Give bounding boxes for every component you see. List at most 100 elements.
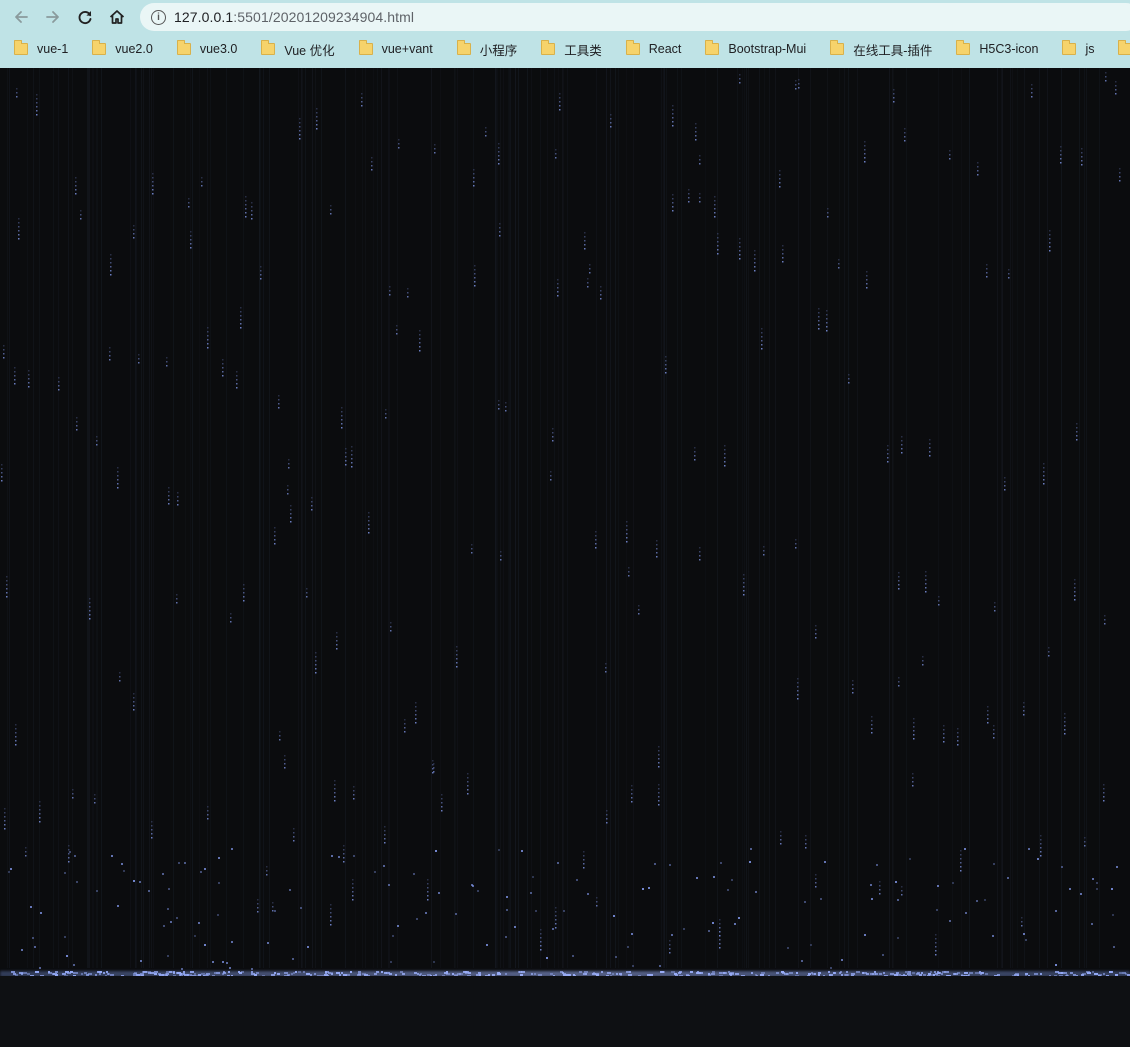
- bookmark-label: H5C3-icon: [979, 42, 1039, 56]
- forward-button[interactable]: [41, 5, 65, 29]
- raindrop: [994, 602, 996, 612]
- reload-button[interactable]: [73, 5, 97, 29]
- raindrop: [1040, 835, 1042, 857]
- rain-streak: [737, 68, 738, 968]
- raindrop: [3, 345, 5, 359]
- bookmark-folder-2[interactable]: vue3.0: [163, 37, 248, 61]
- raindrop: [485, 127, 487, 137]
- raindrop: [1105, 72, 1107, 82]
- splash-particle: [267, 942, 269, 944]
- splash-particle: [750, 848, 752, 850]
- rain-streak: [509, 68, 510, 968]
- folder-icon: [830, 40, 845, 55]
- raindrop: [658, 746, 660, 768]
- splash-particle: [170, 921, 172, 923]
- bookmark-folder-1[interactable]: vue2.0: [78, 37, 163, 61]
- splash-particle: [198, 922, 200, 924]
- splash-particle: [8, 871, 10, 873]
- splash-particle: [76, 881, 78, 883]
- bookmark-folder-8[interactable]: Bootstrap-Mui: [691, 37, 816, 61]
- folder-icon: [705, 40, 720, 55]
- info-icon[interactable]: i: [151, 9, 166, 25]
- rain-streak: [312, 68, 313, 968]
- splash-particle: [1091, 923, 1093, 925]
- raindrop: [739, 74, 741, 84]
- raindrop: [552, 428, 554, 442]
- home-button[interactable]: [105, 5, 129, 29]
- bookmark-folder-5[interactable]: 小程序: [443, 37, 528, 61]
- raindrop: [330, 205, 332, 215]
- rain-streak: [618, 68, 619, 968]
- splash-particle: [1025, 939, 1027, 941]
- rain-streak: [848, 68, 849, 968]
- raindrop: [1119, 168, 1121, 182]
- bookmark-folder-3[interactable]: Vue 优化: [247, 37, 344, 61]
- raindrop: [763, 546, 765, 556]
- rain-streak: [893, 68, 894, 968]
- rain-streak: [260, 68, 261, 968]
- raindrop: [719, 927, 721, 949]
- splash-particle: [648, 887, 650, 889]
- splash-particle: [472, 885, 474, 887]
- raindrop: [993, 725, 995, 739]
- raindrop: [559, 93, 561, 111]
- splash-particle: [992, 935, 994, 937]
- raindrop: [987, 706, 989, 724]
- splash-particle: [226, 962, 228, 964]
- bookmark-folder-7[interactable]: React: [612, 37, 692, 61]
- splash-particle: [669, 864, 671, 866]
- splash-particle: [952, 882, 954, 884]
- splash-particle: [864, 934, 866, 936]
- raindrop: [761, 328, 763, 350]
- rain-streak: [301, 68, 302, 968]
- raindrop: [371, 157, 373, 171]
- raindrop: [75, 177, 77, 195]
- bookmark-folder-6[interactable]: 工具类: [527, 37, 612, 61]
- bookmark-folder-11[interactable]: js: [1048, 37, 1104, 61]
- rain-streak: [810, 68, 811, 968]
- rain-streak: [185, 68, 186, 968]
- rain-streak: [210, 68, 211, 968]
- bookmark-folder-9[interactable]: 在线工具-插件: [816, 37, 942, 61]
- rain-streak: [199, 68, 200, 968]
- raindrop: [398, 139, 400, 149]
- raindrop: [368, 512, 370, 534]
- rain-streak: [243, 68, 244, 968]
- rain-streak: [473, 68, 474, 968]
- splash-particle: [882, 954, 884, 956]
- address-bar[interactable]: i 127.0.0.1:5501/20201209234904.html: [140, 3, 1130, 31]
- raindrop: [415, 702, 417, 724]
- raindrop: [1074, 579, 1076, 601]
- raindrop: [18, 218, 20, 240]
- back-button[interactable]: [9, 5, 33, 29]
- rain-streak: [455, 68, 456, 968]
- splash-particle: [572, 955, 574, 957]
- rain-streak: [531, 68, 532, 968]
- rain-streak: [798, 68, 799, 968]
- rain-streak: [207, 68, 208, 968]
- raindrop: [605, 663, 607, 673]
- raindrop: [168, 487, 170, 505]
- splash-particle: [168, 888, 170, 890]
- address-host: 127.0.0.1: [174, 9, 234, 25]
- bookmark-folder-0[interactable]: vue-1: [0, 37, 78, 61]
- bookmark-folder-10[interactable]: H5C3-icon: [942, 37, 1048, 61]
- raindrop: [699, 547, 701, 561]
- raindrop: [864, 141, 866, 163]
- raindrop: [316, 108, 318, 130]
- raindrop: [656, 540, 658, 558]
- raindrop: [427, 879, 429, 901]
- splash-particle: [218, 882, 220, 884]
- bookmark-label: vue-1: [37, 42, 69, 56]
- raindrop: [628, 567, 630, 577]
- bookmark-label: 工具类: [564, 43, 602, 58]
- bookmark-folder-12[interactable]: node: [1104, 37, 1130, 61]
- rain-streak: [93, 68, 94, 968]
- splash-particle: [30, 906, 32, 908]
- bookmark-folder-4[interactable]: vue+vant: [345, 37, 443, 61]
- splash-particle: [587, 893, 589, 895]
- splash-particle: [895, 881, 897, 883]
- raindrop: [133, 225, 135, 239]
- raindrop: [1048, 647, 1050, 657]
- splash-particle: [1112, 914, 1114, 916]
